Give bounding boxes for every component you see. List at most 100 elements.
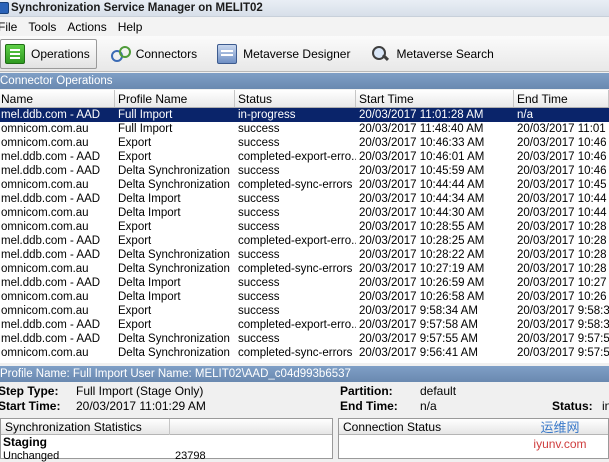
start-time-label: Start Time: <box>0 399 61 413</box>
cell-end-time: 20/03/2017 10:44 <box>517 193 607 205</box>
operation-row[interactable]: omnicom.com.au Full Import success 20/03/20… <box>0 122 609 136</box>
operation-row[interactable]: mel.ddb.com - AAD Delta Synchronization su… <box>0 164 609 178</box>
cell-start-time: 20/03/2017 10:44:34 AM <box>359 193 485 205</box>
cell-start-time: 20/03/2017 10:28:25 AM <box>359 235 485 247</box>
operation-row[interactable]: mel.ddb.com - AAD Export completed-export-… <box>0 150 609 164</box>
window-title: Synchronization Service Manager on MELIT… <box>11 2 263 14</box>
column-status[interactable]: Status <box>235 90 356 107</box>
cell-profile-name: Delta Import <box>118 193 181 205</box>
connectors-button[interactable]: Connectors <box>105 39 204 69</box>
operation-row[interactable]: omnicom.com.au Delta Synchronization compl… <box>0 262 609 276</box>
operation-row[interactable]: omnicom.com.au Export success 20/03/2017 9:… <box>0 304 609 318</box>
end-time-value: n/a <box>420 399 437 413</box>
connectors-label: Connectors <box>135 46 198 61</box>
cell-name: mel.ddb.com - AAD <box>1 319 101 331</box>
menu-tools[interactable]: Tools <box>28 20 61 34</box>
cell-profile-name: Full Import <box>118 123 173 135</box>
cell-end-time: 20/03/2017 10:46 <box>517 137 607 149</box>
profile-header-text: Profile Name: Full Import User Name: MEL… <box>0 368 351 380</box>
metaverse-designer-button[interactable]: Metaverse Designer <box>212 39 357 69</box>
operation-row[interactable]: mel.ddb.com - AAD Full Import in-progress 2… <box>0 108 609 122</box>
cell-name: omnicom.com.au <box>1 137 89 149</box>
metaverse-designer-icon <box>217 43 238 64</box>
cell-status: success <box>238 221 280 233</box>
operation-row[interactable]: mel.ddb.com - AAD Export completed-export-… <box>0 318 609 332</box>
cell-name: omnicom.com.au <box>1 221 89 233</box>
cell-status: success <box>238 193 280 205</box>
cell-status: success <box>238 333 280 345</box>
statistics-header: Synchronization Statistics <box>1 419 332 435</box>
column-end-time[interactable]: End Time <box>514 90 609 107</box>
column-profile-name[interactable]: Profile Name <box>115 90 235 107</box>
cell-end-time: 20/03/2017 10:45 <box>517 179 607 191</box>
app-icon <box>0 2 9 14</box>
operation-row[interactable]: omnicom.com.au Delta Synchronization compl… <box>0 178 609 192</box>
operation-row[interactable]: omnicom.com.au Delta Import success 20/03/2… <box>0 206 609 220</box>
cell-profile-name: Full Import <box>118 109 173 121</box>
connector-operations-title: Connector Operations <box>0 75 113 87</box>
status-label: Status: <box>552 399 593 413</box>
cell-end-time: 20/03/2017 10:46 <box>517 165 607 177</box>
connection-status-label: Connection Status <box>343 420 442 434</box>
watermark-line2: iyunv.com <box>533 437 587 451</box>
cell-profile-name: Delta Synchronization <box>118 165 230 177</box>
operation-row[interactable]: omnicom.com.au Delta Import success 20/03/2… <box>0 290 609 304</box>
menu-bar: File Tools Actions Help <box>0 17 609 36</box>
metaverse-search-label: Metaverse Search <box>396 46 494 61</box>
cell-name: mel.ddb.com - AAD <box>1 193 101 205</box>
cell-profile-name: Export <box>118 137 152 149</box>
end-time-label: End Time: <box>340 399 398 413</box>
cell-name: mel.ddb.com - AAD <box>1 109 101 121</box>
synchronization-statistics-pane: Synchronization Statistics Staging Uncha… <box>0 418 333 462</box>
cell-profile-name: Delta Synchronization <box>118 333 230 345</box>
cell-start-time: 20/03/2017 11:01:28 AM <box>359 109 484 121</box>
cell-status: success <box>238 137 280 149</box>
cell-name: mel.ddb.com - AAD <box>1 277 101 289</box>
operation-row[interactable]: mel.ddb.com - AAD Delta Import success 20/0… <box>0 192 609 206</box>
cell-name: mel.ddb.com - AAD <box>1 151 101 163</box>
toolbar: Operations Connectors Metaverse Designer… <box>0 36 609 72</box>
metaverse-search-button[interactable]: Metaverse Search <box>365 39 500 69</box>
cell-profile-name: Export <box>118 235 152 247</box>
operations-button[interactable]: Operations <box>0 38 97 69</box>
column-name[interactable]: Name <box>0 90 115 107</box>
menu-actions[interactable]: Actions <box>67 20 111 34</box>
operations-label: Operations <box>31 46 90 61</box>
cell-name: omnicom.com.au <box>1 305 89 317</box>
operations-icon <box>5 43 25 64</box>
operations-table: Name Profile Name Status Start Time End … <box>0 90 609 363</box>
cell-start-time: 20/03/2017 10:28:55 AM <box>359 221 485 233</box>
cell-end-time: 20/03/2017 9:58:3 <box>517 319 609 331</box>
cell-start-time: 20/03/2017 10:26:59 AM <box>359 277 485 289</box>
cell-profile-name: Export <box>118 221 152 233</box>
unchanged-label[interactable]: Unchanged <box>3 450 59 462</box>
operation-row[interactable]: omnicom.com.au Export success 20/03/2017 10… <box>0 136 609 150</box>
operation-row[interactable]: mel.ddb.com - AAD Delta Import success 20/0… <box>0 276 609 290</box>
cell-end-time: 20/03/2017 10:28 <box>517 249 607 261</box>
menu-file[interactable]: File <box>0 20 22 34</box>
operation-row[interactable]: mel.ddb.com - AAD Delta Synchronization su… <box>0 332 609 346</box>
cell-status: success <box>238 123 280 135</box>
cell-status: completed-export-erro... <box>238 319 356 331</box>
cell-start-time: 20/03/2017 10:44:44 AM <box>359 179 485 191</box>
cell-end-time: 20/03/2017 11:01 <box>517 123 606 135</box>
column-start-time[interactable]: Start Time <box>356 90 514 107</box>
operation-row[interactable]: omnicom.com.au Delta Synchronization compl… <box>0 346 609 360</box>
cell-start-time: 20/03/2017 10:28:22 AM <box>359 249 485 261</box>
cell-status: success <box>238 305 280 317</box>
menu-help[interactable]: Help <box>118 20 148 34</box>
cell-end-time: 20/03/2017 9:57:5 <box>517 333 609 345</box>
watermark-line1: 运维网 <box>540 420 580 435</box>
connectors-icon <box>110 44 131 64</box>
operation-row[interactable]: omnicom.com.au Export success 20/03/2017 10… <box>0 220 609 234</box>
operation-row[interactable]: mel.ddb.com - AAD Delta Synchronization su… <box>0 248 609 262</box>
cell-name: omnicom.com.au <box>1 347 89 359</box>
cell-start-time: 20/03/2017 11:48:40 AM <box>359 123 484 135</box>
cell-status: completed-export-erro... <box>238 235 356 247</box>
operation-row[interactable]: mel.ddb.com - AAD Export completed-export-… <box>0 234 609 248</box>
cell-profile-name: Delta Import <box>118 207 181 219</box>
cell-end-time: 20/03/2017 10:27 <box>517 277 607 289</box>
cell-status: success <box>238 165 280 177</box>
cell-status: success <box>238 291 280 303</box>
cell-start-time: 20/03/2017 10:46:33 AM <box>359 137 485 149</box>
